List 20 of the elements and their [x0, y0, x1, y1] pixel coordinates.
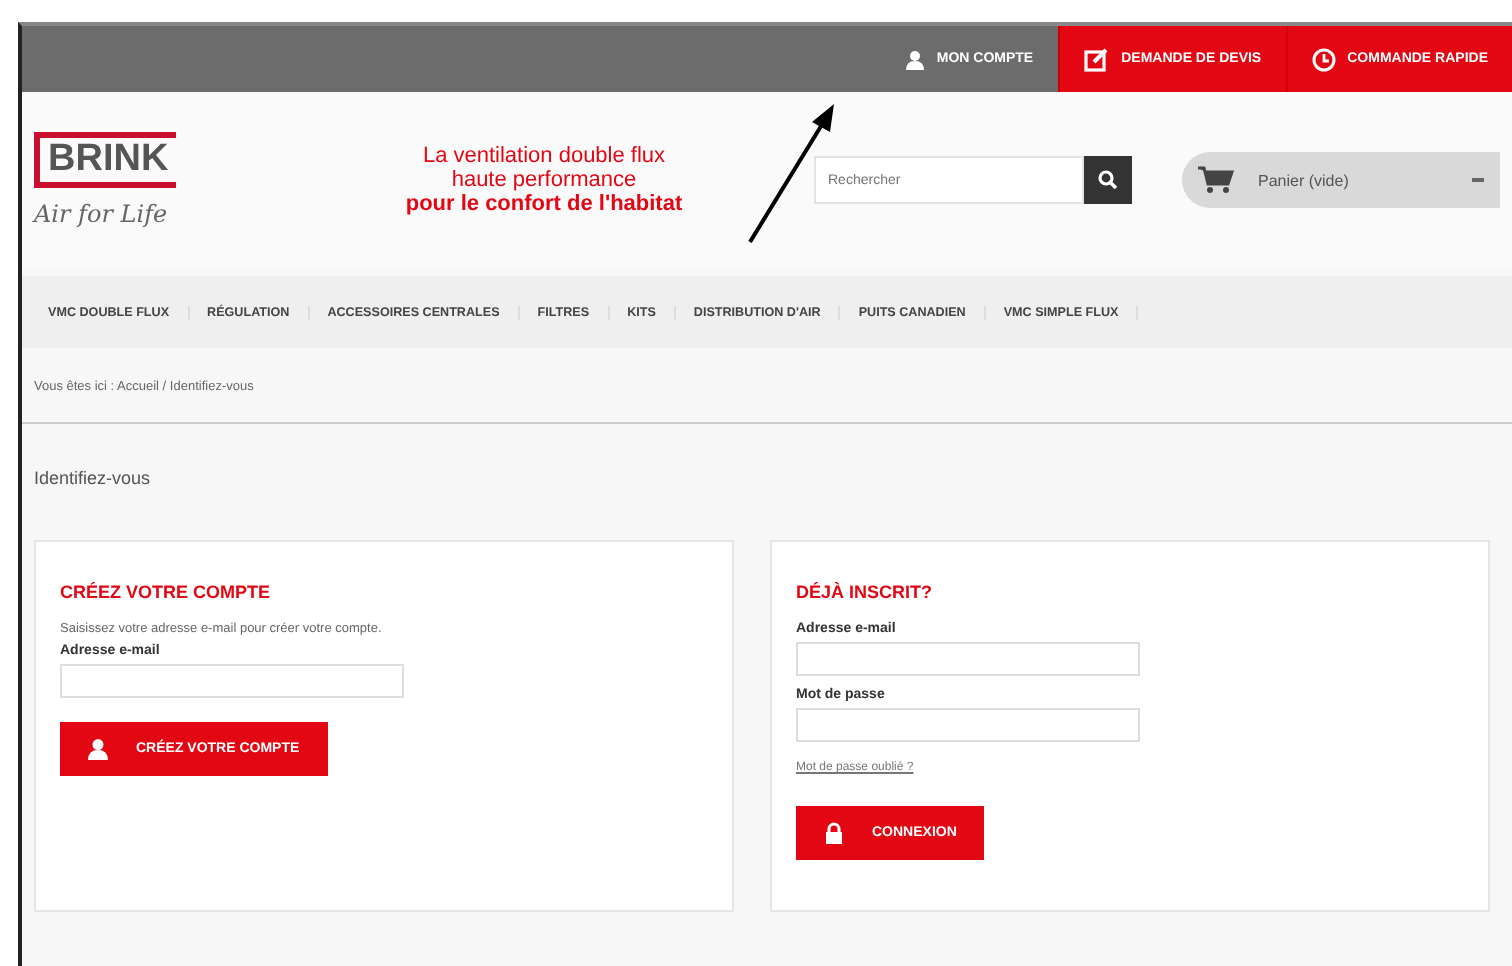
email-field[interactable] — [60, 664, 404, 698]
card-title: CRÉEZ VOTRE COMPTE — [60, 582, 271, 602]
password-field[interactable] — [796, 708, 1140, 742]
user-icon — [906, 49, 925, 69]
user-icon — [88, 738, 108, 760]
cart-icon — [1198, 166, 1234, 194]
card-title: DÉJÀ INSCRIT? — [796, 582, 933, 602]
cart-button[interactable]: Panier (vide) — [1182, 152, 1500, 208]
email-field[interactable] — [796, 642, 1140, 676]
lock-icon — [824, 822, 844, 844]
search-icon — [1098, 170, 1118, 190]
logo-slogan: Air for Life — [34, 200, 170, 228]
tagline-text: La ventilation double flux — [422, 144, 666, 168]
edit-icon — [1083, 47, 1110, 71]
page-title: Identifiez-vous — [32, 466, 153, 492]
clock-icon — [1311, 47, 1336, 71]
search-button[interactable] — [1084, 156, 1132, 204]
tagline-text: pour le confort de l'habitat — [405, 192, 683, 216]
brink-logo[interactable]: BRINK — [34, 132, 177, 188]
tagline-text: haute performance — [451, 168, 637, 192]
